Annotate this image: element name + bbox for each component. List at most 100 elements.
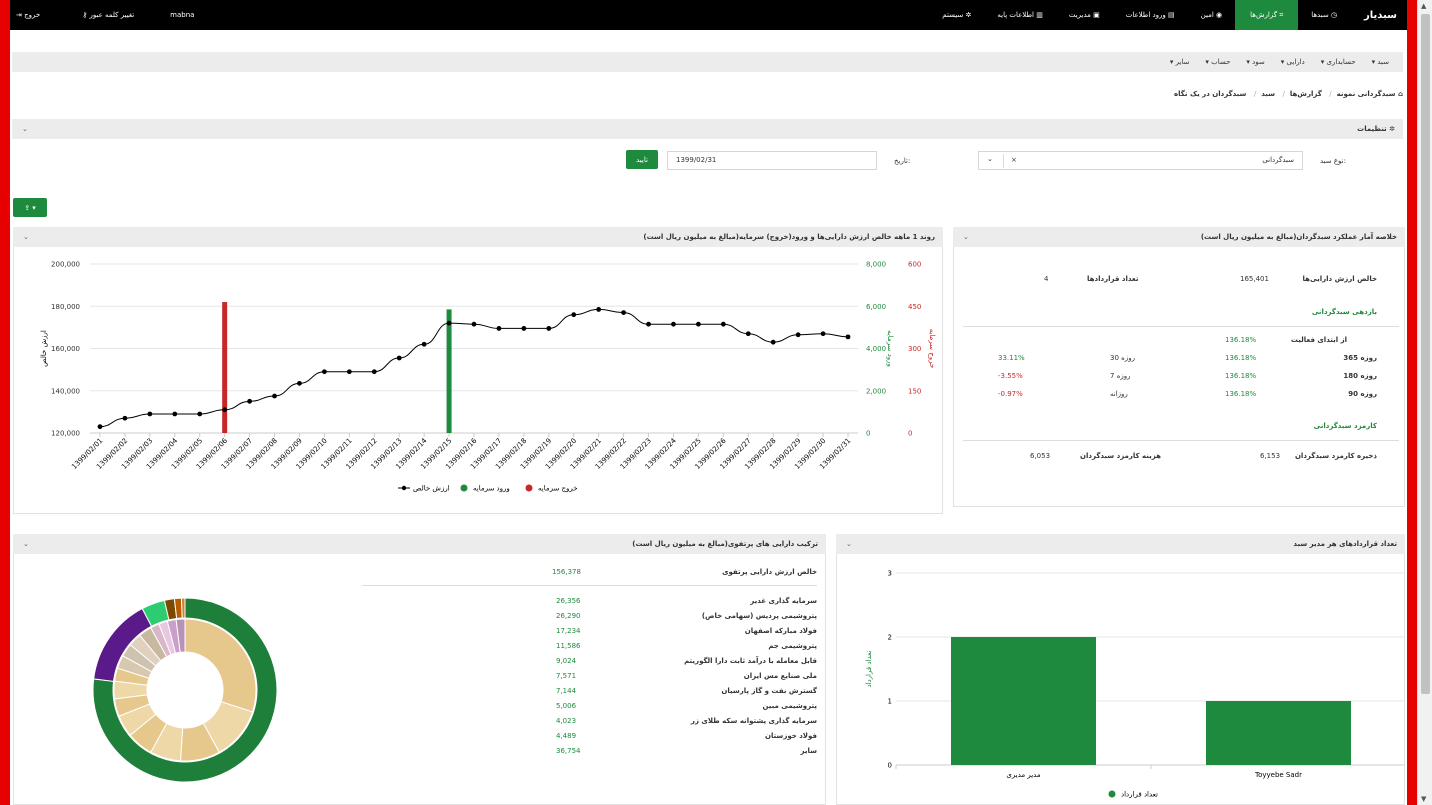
return-short-period-label: روزانه: [1110, 390, 1128, 398]
collapse-chevron-icon[interactable]: ⌄: [846, 540, 852, 548]
nav-reports[interactable]: ⌗ گزارش‌ها: [1235, 0, 1299, 30]
settings-header[interactable]: ✲ تنظیمات ⌄: [12, 119, 1403, 139]
net-value-point[interactable]: [197, 411, 203, 417]
confirm-button[interactable]: تایید: [626, 150, 658, 169]
date-input[interactable]: 1399/02/31: [667, 151, 877, 170]
net-value-point[interactable]: [371, 369, 377, 375]
y2-tick-label: 4,000: [866, 345, 886, 353]
returns-title: بازدهی سبدگردانی: [1311, 308, 1377, 316]
net-value-point[interactable]: [471, 321, 477, 327]
username-link[interactable]: mabna: [146, 0, 206, 30]
page-scrollbar[interactable]: ▲ ▼: [1417, 0, 1432, 805]
net-value-point[interactable]: [596, 307, 602, 312]
summary-header[interactable]: خلاصه آمار عملکرد سبدگردان(مبالغ به میلی…: [953, 227, 1405, 247]
left-red-border: [0, 0, 10, 805]
collapse-chevron-icon[interactable]: ⌄: [963, 233, 969, 241]
submenu-account[interactable]: حساب ▾: [1197, 58, 1238, 66]
submenu-other[interactable]: سایر ▾: [1162, 58, 1198, 66]
nav-data-entry[interactable]: ▤ ورود اطلاعات: [1113, 0, 1188, 30]
net-value-point[interactable]: [297, 380, 302, 386]
legend-contracts[interactable]: تعداد قرارداد: [1121, 791, 1158, 799]
net-value-point[interactable]: [795, 332, 801, 338]
dropdown-chevron-icon[interactable]: ⌄: [987, 155, 993, 163]
nav-baskets[interactable]: ◷ سبدها: [1298, 0, 1350, 30]
composition-item-value: 36,754: [556, 747, 581, 755]
submenu-basket[interactable]: سبد ▾: [1364, 58, 1397, 66]
composition-item-name: گسترش نفت و گاز پارسیان: [721, 687, 817, 695]
net-value-point[interactable]: [172, 411, 178, 417]
breadcrumb-reports[interactable]: گزارش‌ها: [1290, 90, 1322, 98]
net-value-point[interactable]: [845, 334, 851, 340]
return-period-label: 90 روزه: [1348, 390, 1377, 398]
composition-donut-chart: [92, 597, 278, 783]
return-period-label: 365 روزه: [1343, 354, 1377, 362]
y2-tick-label: 6,000: [866, 303, 886, 311]
clear-icon[interactable]: ×: [1011, 156, 1017, 164]
submenu-profit[interactable]: سود ▾: [1238, 58, 1272, 66]
scroll-up-icon[interactable]: ▲: [1421, 2, 1426, 10]
net-value-point[interactable]: [770, 339, 776, 345]
legend-inflow[interactable]: ورود سرمایه: [473, 485, 510, 493]
y3-tick-label: 0: [908, 430, 912, 438]
collapse-chevron-icon[interactable]: ⌄: [23, 233, 29, 241]
breadcrumb-basket[interactable]: سبد: [1261, 90, 1275, 98]
net-value-point[interactable]: [496, 326, 502, 331]
net-value-point[interactable]: [546, 326, 552, 331]
scrollbar-thumb[interactable]: [1421, 14, 1430, 694]
y2-tick-label: 2,000: [866, 387, 886, 395]
net-value-point[interactable]: [346, 369, 352, 375]
contracts-value: 4: [1044, 275, 1049, 283]
legend-outflow[interactable]: خروج سرمایه: [538, 485, 578, 493]
net-value-point[interactable]: [421, 341, 427, 347]
submenu-assets[interactable]: دارایی ▾: [1273, 58, 1313, 66]
logout-link[interactable]: ⇥ خروج: [10, 0, 52, 30]
net-value-point[interactable]: [720, 321, 726, 327]
composition-item-name: سرمایه گذاری پشتوانه سکه طلای زر: [690, 717, 817, 725]
net-value-point[interactable]: [97, 424, 103, 430]
inflow-bar[interactable]: [446, 309, 452, 433]
net-value-point[interactable]: [446, 320, 452, 326]
submenu-accounting[interactable]: حسابداری ▾: [1313, 58, 1364, 66]
y3-tick-label: 600: [908, 261, 921, 269]
donut-slice-outer[interactable]: [180, 597, 186, 619]
net-value-point[interactable]: [247, 398, 253, 404]
net-value-point[interactable]: [222, 407, 228, 413]
net-value-point[interactable]: [272, 393, 277, 399]
nav-management[interactable]: ▣ مدیریت: [1056, 0, 1113, 30]
scroll-down-icon[interactable]: ▼: [1421, 795, 1426, 803]
trend-header[interactable]: روند 1 ماهه خالص ارزش دارایی‌ها و ورود(خ…: [13, 227, 943, 247]
net-value-point[interactable]: [571, 312, 577, 318]
brand-logo[interactable]: سبدیار: [1350, 10, 1407, 21]
home-icon[interactable]: ⌂: [1396, 90, 1403, 98]
collapse-chevron-icon[interactable]: ⌄: [23, 540, 29, 548]
net-value-point[interactable]: [621, 310, 626, 315]
net-value-point[interactable]: [745, 331, 751, 337]
contracts-bar[interactable]: [1206, 701, 1351, 765]
net-value-point[interactable]: [396, 355, 402, 361]
gear-icon: ✲: [963, 11, 972, 19]
net-value-point[interactable]: [322, 369, 327, 375]
collapse-chevron-icon[interactable]: ⌄: [22, 125, 28, 133]
net-value-point[interactable]: [521, 326, 527, 331]
nav-system[interactable]: ✲ سیستم: [929, 0, 984, 30]
net-value-point[interactable]: [696, 321, 701, 327]
return-short-period-value: -0.97%: [998, 390, 1023, 398]
contracts-header[interactable]: تعداد قراردادهای هر مدیر سبد ⌄: [836, 534, 1405, 554]
net-value-point[interactable]: [646, 321, 651, 327]
nav-base-info[interactable]: ▥ اطلاعات پایه: [984, 0, 1055, 30]
net-value-point[interactable]: [671, 321, 676, 327]
y-tick-label: 160,000: [51, 345, 80, 353]
return-period-value: 136.18%: [1225, 390, 1257, 398]
net-value-point[interactable]: [122, 415, 128, 421]
change-password-link[interactable]: ⚷ تغییر کلمه عبور: [52, 0, 146, 30]
net-value-point[interactable]: [147, 411, 153, 417]
net-value-point[interactable]: [820, 331, 826, 337]
contracts-bar[interactable]: [951, 637, 1096, 765]
nav-amin[interactable]: ◉ امین: [1188, 0, 1235, 30]
export-dropdown-button[interactable]: ⇪ ▾: [13, 198, 47, 217]
outflow-bar[interactable]: [222, 302, 228, 433]
breadcrumb-root[interactable]: سبدگردانی نمونه: [1337, 90, 1396, 98]
composition-header[interactable]: ترکیب دارایی های پرتفوی(مبالغ به میلیون …: [13, 534, 826, 554]
basket-type-select[interactable]: سبدگردانی × ⌄: [978, 151, 1303, 170]
legend-net-value[interactable]: ارزش خالص: [413, 485, 450, 493]
